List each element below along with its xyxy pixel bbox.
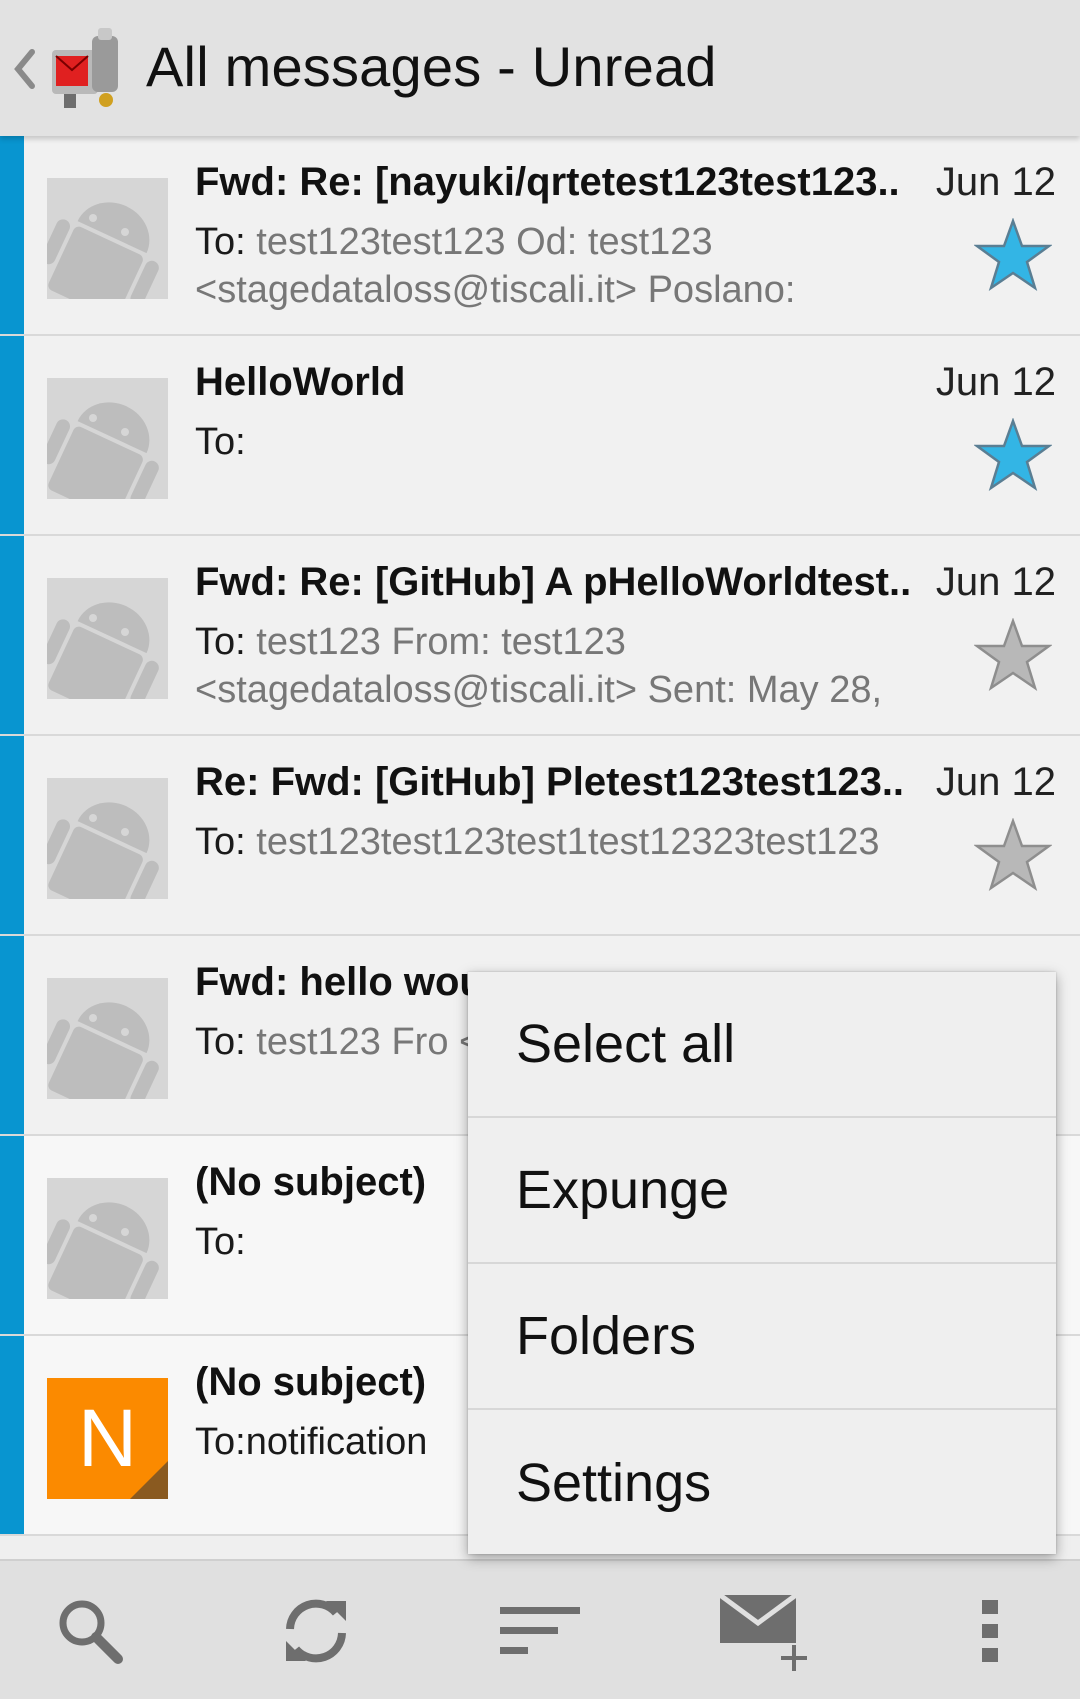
preview-text: test123test123 Od: test123 <stagedatalos… [195, 221, 796, 311]
star-icon[interactable] [974, 818, 1052, 892]
compose-icon [718, 1592, 807, 1671]
preview-text: test123 From: test123 <stagedataloss@tis… [195, 621, 883, 711]
message-date: Jun 12 [935, 760, 1056, 804]
refresh-icon [286, 1599, 346, 1663]
android-avatar-icon [47, 978, 168, 1099]
message-subject: Re: Fwd: [GitHub] Pletest123test123.. [195, 760, 905, 804]
message-date: Jun 12 [935, 360, 1056, 404]
android-avatar-icon [47, 378, 168, 499]
avatar-letter: N [77, 1392, 138, 1484]
recipient-label: To: [195, 1021, 246, 1063]
star-icon[interactable] [974, 418, 1052, 492]
message-preview: To: test123 From: test123 <stagedataloss… [195, 618, 965, 714]
search-button[interactable] [30, 1561, 150, 1699]
message-row[interactable]: Re: Fwd: [GitHub] Pletest123test123.. Ju… [0, 736, 1080, 936]
message-preview: To: test123test123test1test12323test123 [195, 818, 965, 866]
message-row[interactable]: Fwd: Re: [nayuki/qrtetest123test123.. Ju… [0, 136, 1080, 336]
star-icon[interactable] [974, 618, 1052, 692]
recipient-label: To: [195, 1221, 246, 1263]
sort-icon [500, 1607, 580, 1654]
back-chevron-icon[interactable] [10, 44, 38, 94]
avatar[interactable] [47, 778, 168, 899]
menu-item-settings[interactable]: Settings [468, 1410, 1056, 1556]
sort-button[interactable] [480, 1561, 600, 1699]
search-icon [59, 1600, 123, 1664]
message-date: Jun 12 [935, 560, 1056, 604]
compose-button[interactable] [706, 1561, 826, 1699]
message-row[interactable]: HelloWorld Jun 12 To: [0, 336, 1080, 536]
recipient-label: To: [195, 821, 246, 863]
avatar[interactable] [47, 578, 168, 699]
message-subject: HelloWorld [195, 360, 406, 404]
recipient-label: To: [195, 221, 246, 263]
refresh-button[interactable] [256, 1561, 376, 1699]
message-subject: Fwd: Re: [nayuki/qrtetest123test123.. [195, 160, 900, 204]
overflow-menu-button[interactable] [930, 1561, 1050, 1699]
android-avatar-icon [47, 178, 168, 299]
action-bar: All messages - Unread [0, 0, 1080, 136]
star-icon[interactable] [974, 218, 1052, 292]
bottom-action-bar [0, 1559, 1080, 1699]
menu-item-folders[interactable]: Folders [468, 1264, 1056, 1410]
avatar[interactable] [47, 1178, 168, 1299]
recipient-label: To: [195, 421, 246, 463]
menu-item-select-all[interactable]: Select all [468, 972, 1056, 1118]
overflow-icon [982, 1600, 998, 1662]
avatar[interactable] [47, 978, 168, 1099]
preview-text: test123test123test1test12323test123 [245, 821, 880, 863]
message-date: Jun 12 [935, 160, 1056, 204]
menu-item-expunge[interactable]: Expunge [468, 1118, 1056, 1264]
message-row[interactable]: Fwd: Re: [GitHub] A pHelloWorldtest.. Ju… [0, 536, 1080, 736]
app-logo-icon[interactable] [44, 20, 124, 112]
avatar[interactable] [47, 178, 168, 299]
android-avatar-icon [47, 578, 168, 699]
recipient-label: To:notification [195, 1421, 428, 1463]
avatar[interactable]: N [47, 1378, 168, 1499]
avatar[interactable] [47, 378, 168, 499]
android-avatar-icon [47, 1178, 168, 1299]
android-avatar-icon [47, 778, 168, 899]
overflow-menu: Select all Expunge Folders Settings [468, 972, 1056, 1554]
message-preview: To: test123test123 Od: test123 <stagedat… [195, 218, 965, 314]
message-subject: Fwd: Re: [GitHub] A pHelloWorldtest.. [195, 560, 912, 604]
message-preview: To: [195, 418, 965, 466]
page-title: All messages - Unread [146, 35, 717, 98]
recipient-label: To: [195, 621, 246, 663]
